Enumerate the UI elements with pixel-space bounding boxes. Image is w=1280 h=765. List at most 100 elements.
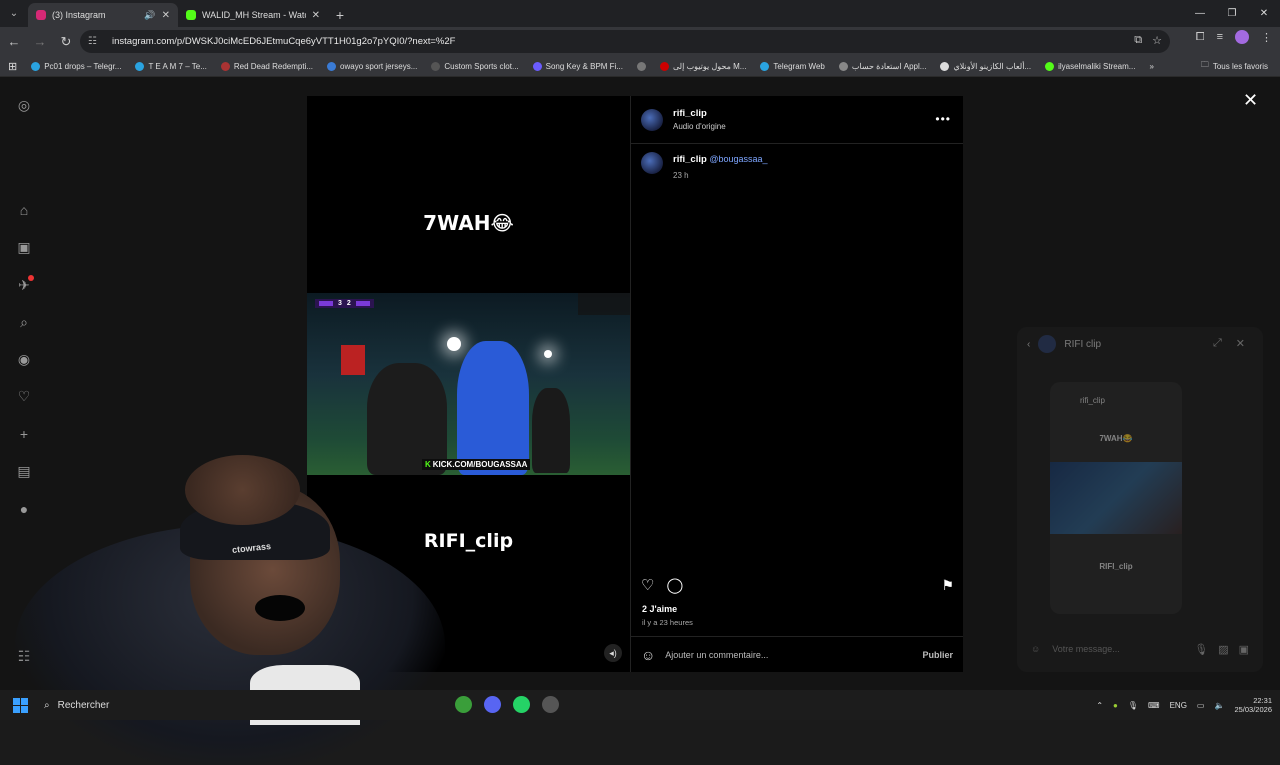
overlay-caption-top: 7WAH😂 — [423, 211, 514, 235]
close-chat-icon[interactable]: ✕ — [1236, 337, 1245, 350]
shared-post-card[interactable]: rifi_clip 7WAH😂 RIFI_clip — [1050, 382, 1182, 614]
comment-icon[interactable]: ◯ — [666, 576, 683, 594]
caption-time: 23 h — [673, 171, 689, 180]
profile-avatar[interactable] — [1235, 30, 1249, 44]
close-window-icon[interactable]: ✕ — [1248, 0, 1280, 27]
window-controls: — ❐ ✕ — [1184, 0, 1280, 27]
chat-input-row: ☺ Votre message... 🎙 ▨ ▣ — [1031, 638, 1249, 660]
tray-app-icon[interactable]: ● — [1113, 701, 1118, 710]
post-actions: ♡ ◯ ⚑ — [641, 576, 954, 595]
volume-icon[interactable]: ◂) — [604, 644, 622, 662]
publish-button[interactable]: Publier — [922, 650, 953, 660]
reload-icon[interactable]: ↻ — [54, 30, 78, 54]
globe-icon[interactable] — [637, 61, 647, 71]
url-text[interactable]: instagram.com/p/DWSKJ0ciMcED6JEtmuCqe6yV… — [112, 36, 455, 47]
video-frame[interactable]: 3 2 K KICK.COM/BOUGASSAA — [307, 293, 630, 475]
tab-kick-stream[interactable]: WALID_MH Stream - Watch Live ✕ — [178, 3, 328, 27]
taskbar-search[interactable]: ⌕ Rechercher — [44, 700, 109, 711]
site-icon — [940, 61, 950, 71]
date: 25/03/2026 — [1234, 705, 1272, 714]
microphone-icon[interactable]: 🎙 — [1194, 643, 1208, 656]
chat-title[interactable]: RIFI clip — [1064, 339, 1101, 350]
close-tab-icon[interactable]: ✕ — [162, 10, 170, 21]
scoreboard: 3 2 — [315, 299, 374, 308]
bookmark-item[interactable]: T E A M 7 – Te... — [135, 61, 207, 71]
author-username[interactable]: rifi_clip — [673, 108, 726, 119]
extensions-icon[interactable]: ⧠ — [1196, 31, 1205, 44]
likes-count[interactable]: 2 J'aime — [642, 604, 677, 614]
explore-icon[interactable]: ◉ — [16, 351, 32, 367]
avatar[interactable] — [641, 152, 663, 174]
bookmark-item[interactable]: Custom Sports clot... — [431, 61, 519, 71]
game-icon — [220, 61, 230, 71]
omnibox[interactable]: ☷ instagram.com/p/DWSKJ0ciMcED6JEtmuCqe6… — [80, 30, 1170, 53]
tab-instagram[interactable]: (3) Instagram 🔊 ✕ — [28, 3, 178, 27]
bookmark-item[interactable]: Telegram Web — [760, 61, 825, 71]
close-modal-icon[interactable]: ✕ — [1243, 90, 1258, 111]
new-tab-button[interactable]: + — [328, 3, 352, 27]
emoji-icon[interactable]: ☺ — [1031, 644, 1040, 654]
chat-message-input[interactable]: Votre message... — [1052, 644, 1184, 654]
forward-arrow-icon[interactable]: → — [28, 30, 52, 54]
bookmark-item[interactable]: owayo sport jerseys... — [327, 61, 417, 71]
instagram-logo-icon[interactable]: ◎ — [16, 97, 32, 113]
close-tab-icon[interactable]: ✕ — [312, 10, 320, 21]
clock[interactable]: 22:31 25/03/2026 — [1234, 696, 1272, 715]
image-icon[interactable]: ▨ — [1218, 643, 1228, 656]
comment-input[interactable] — [665, 649, 923, 660]
discord-icon[interactable] — [484, 696, 501, 713]
expand-icon[interactable]: ⤢ — [1213, 337, 1222, 350]
microphone-icon[interactable]: 🎙 — [1128, 701, 1138, 710]
back-arrow-icon[interactable]: ← — [2, 30, 26, 54]
instagram-icon — [36, 10, 46, 20]
chevron-left-icon[interactable]: ‹ — [1027, 339, 1030, 350]
start-button[interactable] — [0, 697, 40, 713]
sticker-icon[interactable]: ▣ — [1239, 643, 1249, 656]
minimize-icon[interactable]: — — [1184, 0, 1216, 27]
media-control-icon[interactable]: ≡ — [1217, 31, 1223, 43]
bookmark-item[interactable]: Song Key & BPM Fi... — [532, 61, 623, 71]
bookmarks-bar: ⊞ Pc01 drops – Telegr... T E A M 7 – Te.… — [0, 56, 1280, 77]
tab-search-icon[interactable]: ⌄ — [0, 0, 28, 27]
emoji-icon[interactable]: ☺ — [641, 647, 655, 663]
heart-icon[interactable]: ♡ — [16, 388, 32, 404]
home-icon[interactable]: ⌂ — [16, 202, 32, 218]
tab-title: (3) Instagram — [52, 10, 106, 20]
menu-kebab-icon[interactable]: ⋮ — [1261, 31, 1272, 44]
reels-icon[interactable]: ▣ — [16, 239, 32, 255]
like-heart-icon[interactable]: ♡ — [641, 576, 654, 594]
bookmark-item[interactable]: Red Dead Redempti... — [220, 61, 313, 71]
bookmark-item[interactable]: Pc01 drops – Telegr... — [31, 61, 121, 71]
speaker-icon[interactable]: 🔊 — [144, 10, 155, 21]
bookmark-item[interactable]: محول يوتيوب إلى M... — [660, 61, 746, 71]
more-options-icon[interactable]: ••• — [935, 112, 951, 126]
save-bookmark-icon[interactable]: ⚑ — [941, 577, 954, 594]
whatsapp-icon[interactable] — [513, 696, 530, 713]
site-info-icon[interactable]: ☷ — [88, 36, 104, 47]
chevron-more-icon[interactable]: » — [1149, 62, 1153, 71]
search-icon[interactable]: ⌕ — [16, 314, 32, 330]
app-icon[interactable] — [542, 696, 559, 713]
stream-chat-overlay — [578, 293, 630, 315]
keyboard-icon[interactable]: ⌨ — [1148, 701, 1160, 710]
chevron-up-icon[interactable]: ⌃ — [1096, 701, 1103, 710]
bookmark-star-icon[interactable]: ☆ — [1152, 34, 1162, 47]
time: 22:31 — [1253, 695, 1272, 705]
bookmark-item[interactable]: استعادة حساب Appl... — [838, 61, 926, 71]
network-icon[interactable]: ▭ — [1197, 701, 1205, 710]
bookmark-item[interactable]: ilyaselmaliki Stream... — [1045, 61, 1135, 71]
audio-label[interactable]: Audio d'origine — [673, 122, 726, 131]
language-indicator[interactable]: ENG — [1170, 701, 1187, 710]
create-icon[interactable]: + — [16, 426, 32, 442]
all-bookmarks[interactable]: 🗀 Tous les favoris — [1201, 59, 1268, 73]
apps-grid-icon[interactable]: ⊞ — [8, 60, 17, 73]
caption-mention[interactable]: @bougassaa_ — [709, 154, 767, 164]
volume-icon[interactable]: 🔈 — [1214, 701, 1224, 710]
bookmark-item[interactable]: ألعاب الكازينو الأونلاي... — [940, 61, 1031, 71]
xbox-icon[interactable] — [455, 696, 472, 713]
restore-icon[interactable]: ❐ — [1216, 0, 1248, 27]
windows-taskbar: ⌕ Rechercher ⌃ ● 🎙 ⌨ ENG ▭ 🔈 22:31 25/03… — [0, 690, 1280, 720]
cast-icon[interactable]: ⧉ — [1134, 34, 1142, 47]
avatar[interactable] — [641, 108, 663, 131]
caption-username[interactable]: rifi_clip — [673, 154, 707, 165]
